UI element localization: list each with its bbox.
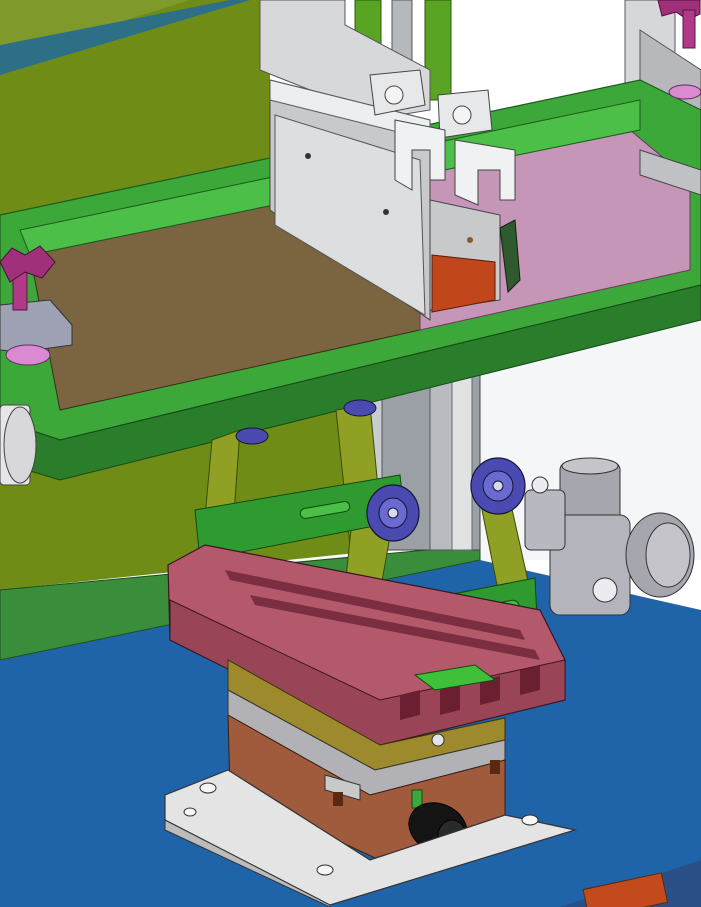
regulator-cap-top [561, 457, 619, 475]
t-slot-front-1 [400, 690, 420, 720]
t-slot-front-2 [440, 685, 460, 715]
head-screw-2 [383, 209, 389, 215]
left-roller-end [3, 406, 37, 484]
left-clamp-hole [5, 344, 51, 366]
right-clamp-hole [668, 84, 701, 100]
mount-hole-1 [199, 782, 217, 794]
blade-screw [467, 237, 473, 243]
base-block-screw-2 [490, 760, 500, 774]
head-screw-1 [305, 153, 311, 159]
guide-bearing [431, 733, 445, 747]
regulator-fitting-cap [531, 476, 549, 494]
roller-top-center [343, 399, 377, 417]
base-block-screw-1 [333, 792, 343, 806]
roller-wheel-left-axle [387, 507, 399, 519]
roller-top-left [235, 427, 269, 445]
t-slot-front-4 [520, 666, 540, 695]
rod-clamp-2-bore [452, 105, 472, 125]
regulator-port [592, 577, 618, 603]
mount-hole-4 [183, 807, 197, 817]
mount-hole-3 [316, 864, 334, 876]
roller-wheel-right-axle [492, 480, 504, 492]
right-knob-stem [682, 9, 696, 49]
mount-hole-2 [521, 814, 539, 826]
regulator-fitting [524, 489, 566, 551]
regulator-gauge-face [645, 522, 691, 588]
cad-model-render [0, 0, 701, 907]
rod-clamp-1-bore [384, 85, 404, 105]
cad-model-svg [0, 0, 701, 907]
